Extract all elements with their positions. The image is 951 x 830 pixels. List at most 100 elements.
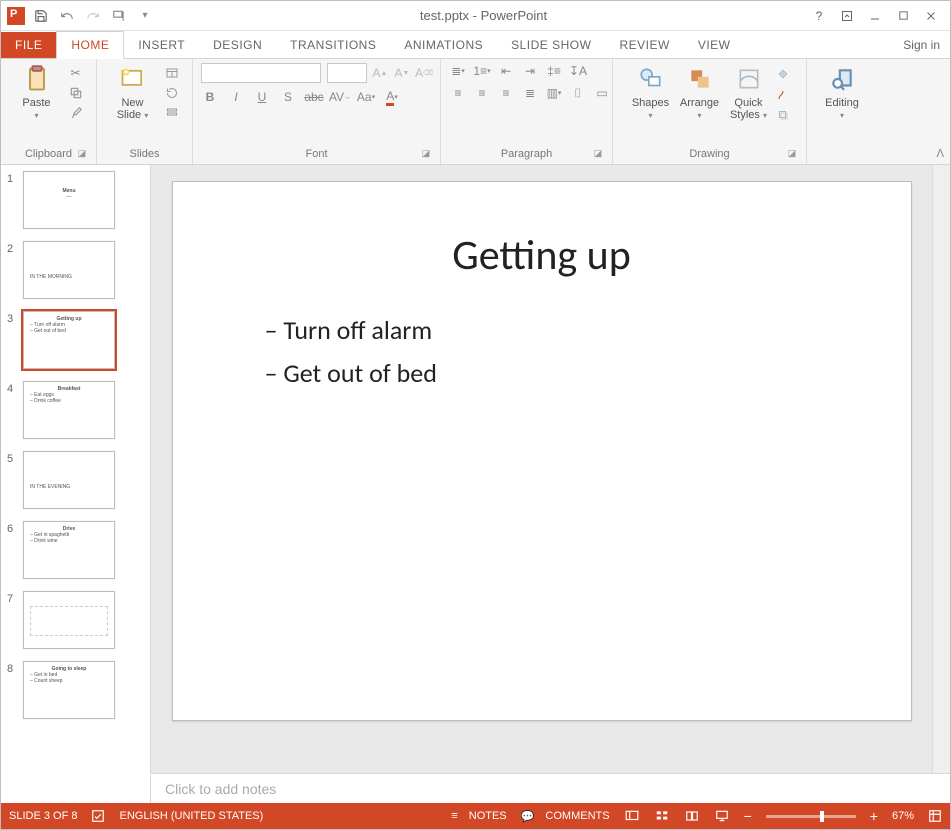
tab-transitions[interactable]: TRANSITIONS — [276, 32, 390, 58]
shapes-button[interactable]: Shapes▾ — [628, 63, 674, 122]
tab-view[interactable]: VIEW — [684, 32, 745, 58]
zoom-in-button[interactable]: + — [870, 808, 878, 824]
notes-toggle[interactable]: ≡ NOTES — [451, 810, 506, 822]
shape-effects-icon[interactable] — [774, 107, 792, 123]
bold-icon[interactable]: B — [201, 89, 219, 105]
text-direction-icon[interactable]: ↧A — [569, 63, 587, 79]
clear-formatting-icon[interactable]: A⌫ — [415, 65, 433, 81]
help-icon[interactable]: ? — [806, 5, 832, 27]
tab-insert[interactable]: INSERT — [124, 32, 199, 58]
bullet-item[interactable]: Get out of bed — [265, 352, 839, 395]
thumb-number: 7 — [7, 591, 19, 605]
shape-fill-icon[interactable] — [774, 67, 792, 83]
redo-icon[interactable] — [83, 6, 103, 26]
shape-outline-icon[interactable] — [774, 87, 792, 103]
slideshow-view-icon[interactable] — [714, 809, 730, 823]
tab-slideshow[interactable]: SLIDE SHOW — [497, 32, 605, 58]
slide-thumbnail-4[interactable]: Breakfast– Eat eggs– Drink coffee — [23, 381, 115, 439]
smartart-icon[interactable]: ▭ — [593, 85, 611, 101]
justify-icon[interactable]: ≣ — [521, 85, 539, 101]
tab-home[interactable]: HOME — [56, 31, 124, 59]
format-painter-icon[interactable] — [67, 105, 85, 121]
undo-icon[interactable] — [57, 6, 77, 26]
slide-thumbnail-5[interactable]: IN THE EVENING — [23, 451, 115, 509]
quick-styles-button[interactable]: Quick Styles ▾ — [726, 63, 772, 122]
slide-thumbnail-7[interactable] — [23, 591, 115, 649]
tab-file[interactable]: FILE — [1, 32, 56, 58]
sign-in-link[interactable]: Sign in — [893, 32, 950, 58]
zoom-out-button[interactable]: − — [744, 808, 752, 824]
reset-icon[interactable] — [163, 85, 181, 101]
shadow-icon[interactable]: S — [279, 89, 297, 105]
align-left-icon[interactable]: ≡ — [449, 85, 467, 101]
paste-button[interactable]: Paste▾ — [13, 63, 61, 122]
decrease-indent-icon[interactable]: ⇤ — [497, 63, 515, 79]
minimize-icon[interactable] — [862, 5, 888, 27]
character-spacing-icon[interactable]: AV↔ — [331, 89, 349, 105]
bullet-item[interactable]: Turn off alarm — [265, 309, 839, 352]
slide-thumbnail-6[interactable]: Drive– Get in spaghetti– Drink wine — [23, 521, 115, 579]
maximize-icon[interactable] — [890, 5, 916, 27]
language-indicator[interactable]: ENGLISH (UNITED STATES) — [119, 810, 263, 822]
cut-icon[interactable]: ✂ — [67, 65, 85, 81]
bullets-icon[interactable]: ≣▾ — [449, 63, 467, 79]
columns-icon[interactable]: ▥▾ — [545, 85, 563, 101]
line-spacing-icon[interactable]: ‡≡ — [545, 63, 563, 79]
arrange-button[interactable]: Arrange▾ — [676, 63, 724, 122]
notes-pane[interactable]: Click to add notes — [151, 773, 950, 803]
slide-indicator[interactable]: SLIDE 3 OF 8 — [9, 810, 77, 822]
strikethrough-icon[interactable]: abc — [305, 89, 323, 105]
start-from-beginning-icon[interactable] — [109, 6, 129, 26]
increase-indent-icon[interactable]: ⇥ — [521, 63, 539, 79]
zoom-slider[interactable] — [766, 815, 856, 818]
ribbon-display-options-icon[interactable] — [834, 5, 860, 27]
slide-canvas[interactable]: Getting up Turn off alarm Get out of bed — [151, 165, 932, 773]
grow-font-icon[interactable]: A▲ — [371, 65, 389, 81]
editing-button[interactable]: Editing▾ — [816, 63, 868, 122]
paragraph-launcher-icon[interactable]: ◪ — [592, 148, 604, 160]
slide-thumbnail-pane[interactable]: 1Menu— 2IN THE MORNING 3Getting up– Turn… — [1, 165, 151, 803]
slide-thumbnail-1[interactable]: Menu— — [23, 171, 115, 229]
slide-thumbnail-2[interactable]: IN THE MORNING — [23, 241, 115, 299]
normal-view-icon[interactable] — [624, 809, 640, 823]
section-icon[interactable] — [163, 105, 181, 121]
numbering-icon[interactable]: 1≡▾ — [473, 63, 491, 79]
align-text-icon[interactable]: ⌷ — [569, 85, 587, 101]
zoom-level[interactable]: 67% — [892, 810, 914, 822]
italic-icon[interactable]: I — [227, 89, 245, 105]
font-size-combo[interactable] — [327, 63, 367, 83]
underline-icon[interactable]: U — [253, 89, 271, 105]
collapse-ribbon-icon[interactable]: ᐱ — [936, 147, 944, 160]
shrink-font-icon[interactable]: A▼ — [393, 65, 411, 81]
tab-design[interactable]: DESIGN — [199, 32, 276, 58]
change-case-icon[interactable]: Aa▾ — [357, 89, 375, 105]
new-slide-button[interactable]: New Slide ▾ — [109, 63, 157, 122]
qat-customize-icon[interactable]: ▾ — [135, 6, 155, 26]
font-family-combo[interactable] — [201, 63, 321, 83]
font-launcher-icon[interactable]: ◪ — [420, 148, 432, 160]
clipboard-launcher-icon[interactable]: ◪ — [76, 148, 88, 160]
align-right-icon[interactable]: ≡ — [497, 85, 515, 101]
slide-body[interactable]: Turn off alarm Get out of bed — [245, 309, 839, 395]
slide-thumbnail-8[interactable]: Going to sleep– Get in bed– Count sheep — [23, 661, 115, 719]
group-slides: New Slide ▾ Slides — [97, 59, 193, 164]
font-color-icon[interactable]: A▾ — [383, 89, 401, 105]
close-icon[interactable] — [918, 5, 944, 27]
layout-icon[interactable] — [163, 65, 181, 81]
current-slide[interactable]: Getting up Turn off alarm Get out of bed — [172, 181, 912, 721]
align-center-icon[interactable]: ≡ — [473, 85, 491, 101]
tab-animations[interactable]: ANIMATIONS — [390, 32, 497, 58]
zoom-slider-thumb[interactable] — [820, 811, 824, 822]
reading-view-icon[interactable] — [684, 809, 700, 823]
copy-icon[interactable] — [67, 85, 85, 101]
slide-thumbnail-3[interactable]: Getting up– Turn off alarm– Get out of b… — [23, 311, 115, 369]
save-icon[interactable] — [31, 6, 51, 26]
comments-toggle[interactable]: 💬 COMMENTS — [521, 810, 610, 823]
slide-sorter-view-icon[interactable] — [654, 809, 670, 823]
tab-review[interactable]: REVIEW — [605, 32, 683, 58]
vertical-scrollbar[interactable] — [932, 165, 950, 773]
drawing-launcher-icon[interactable]: ◪ — [786, 148, 798, 160]
slide-title[interactable]: Getting up — [245, 230, 839, 281]
spellcheck-icon[interactable] — [91, 809, 105, 823]
fit-to-window-icon[interactable] — [928, 809, 942, 823]
